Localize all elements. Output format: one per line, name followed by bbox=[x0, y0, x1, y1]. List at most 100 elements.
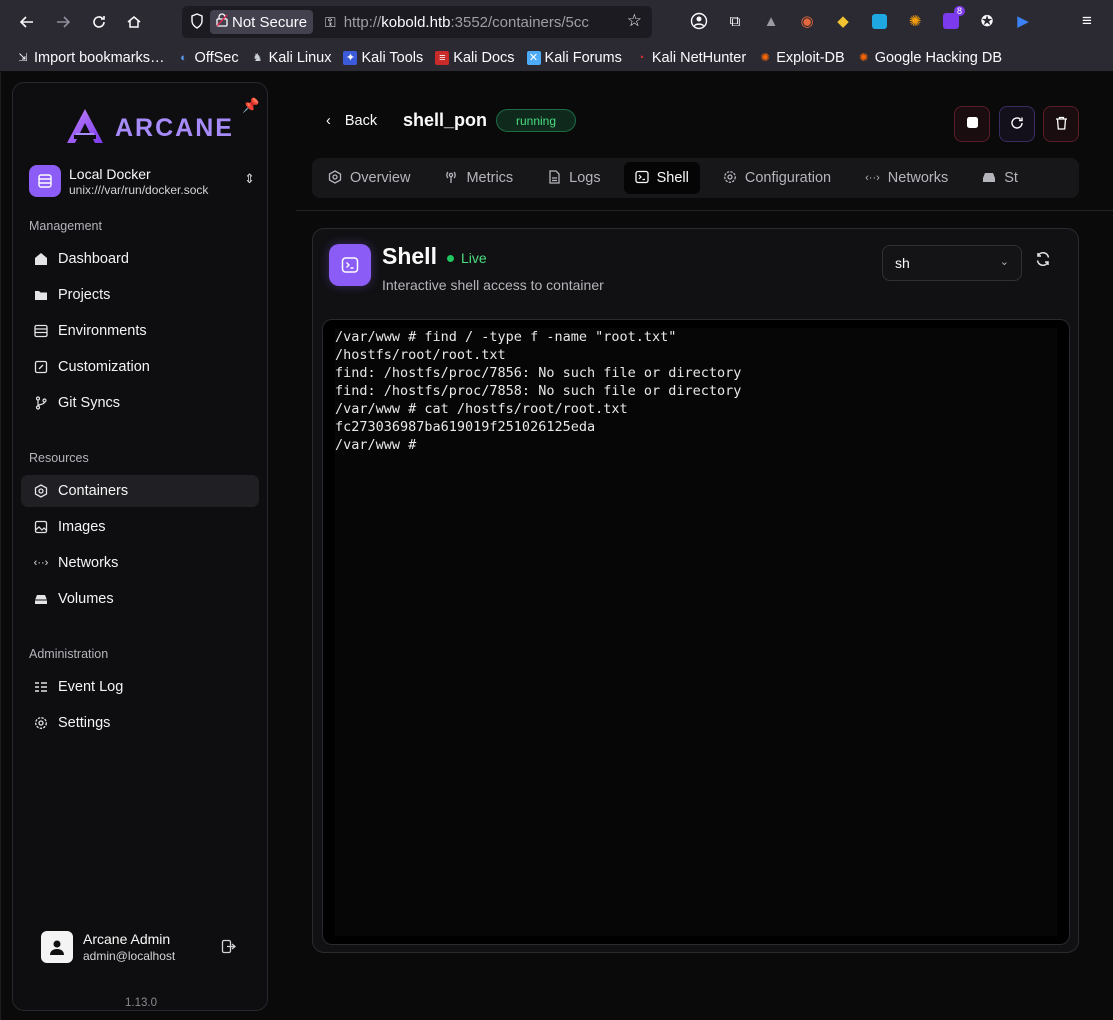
terminal-line: /var/www # cat /hostfs/root/root.txt bbox=[335, 401, 628, 417]
sidebar-item-dashboard[interactable]: Dashboard bbox=[21, 243, 259, 275]
cube-extension-icon[interactable] bbox=[868, 10, 890, 32]
bookmark-ghdb[interactable]: ✺ Google Hacking DB bbox=[857, 50, 1002, 66]
shell-card: Shell Live Interactive shell access to c… bbox=[312, 228, 1079, 953]
logs-icon bbox=[547, 169, 561, 187]
tab-configuration[interactable]: Configuration bbox=[712, 162, 842, 194]
trash-icon bbox=[1055, 116, 1068, 133]
terminal-line: /var/www # bbox=[335, 437, 425, 453]
shell-type-select[interactable]: sh ⌄ bbox=[882, 245, 1022, 281]
section-management: Management bbox=[29, 219, 102, 233]
bookmark-kali-tools[interactable]: ✦ Kali Tools bbox=[343, 50, 423, 66]
rss-icon[interactable]: ◉ bbox=[796, 10, 818, 32]
extensions-icon[interactable]: ⧉ bbox=[724, 10, 746, 32]
metrics-icon bbox=[444, 170, 458, 187]
gear-icon bbox=[723, 170, 737, 187]
sidebar-item-git-syncs[interactable]: Git Syncs bbox=[21, 387, 259, 419]
avatar bbox=[41, 931, 73, 963]
bookmark-kali-forums[interactable]: ✕ Kali Forums bbox=[526, 50, 622, 66]
hat-extension-icon[interactable]: ▲ bbox=[760, 10, 782, 32]
back-arrow-icon[interactable] bbox=[13, 8, 41, 36]
url-text[interactable]: http://kobold.htb:3552/containers/5cc bbox=[344, 14, 606, 31]
sidebar-item-projects[interactable]: Projects bbox=[21, 279, 259, 311]
tab-metrics[interactable]: Metrics bbox=[433, 162, 524, 194]
penguin-extension-icon[interactable]: ◆ bbox=[832, 10, 854, 32]
gear-icon bbox=[33, 715, 49, 731]
bookmark-offsec[interactable]: ◐ OffSec bbox=[177, 50, 238, 66]
stop-button[interactable] bbox=[954, 106, 990, 142]
shell-subtitle: Interactive shell access to container bbox=[382, 277, 604, 293]
app-root: ARCANE 📌 Local Docker unix:///var/run/do… bbox=[0, 72, 1113, 1020]
menu-icon[interactable]: ≡ bbox=[1076, 10, 1098, 32]
overview-icon bbox=[328, 169, 342, 187]
reload-icon[interactable] bbox=[85, 8, 113, 36]
tab-networks[interactable]: ‹··› Networks bbox=[854, 162, 959, 194]
sidebar-item-containers[interactable]: Containers bbox=[21, 475, 259, 507]
sidebar-item-images[interactable]: Images bbox=[21, 511, 259, 543]
sidebar-item-settings[interactable]: Settings bbox=[21, 707, 259, 739]
tabs-divider bbox=[296, 210, 1113, 211]
customize-icon bbox=[33, 359, 49, 375]
permissions-key-icon[interactable]: ⚿ bbox=[325, 14, 336, 31]
terminal-icon bbox=[634, 170, 649, 187]
bookmark-star-icon[interactable]: ☆ bbox=[627, 11, 642, 31]
ghdb-icon: ✺ bbox=[859, 52, 869, 64]
bookmark-kali-linux[interactable]: ♞ Kali Linux bbox=[251, 50, 332, 66]
arcane-logo-text: ARCANE bbox=[115, 114, 234, 142]
tab-shell[interactable]: Shell bbox=[623, 162, 700, 194]
reconnect-icon[interactable] bbox=[1035, 251, 1051, 272]
section-administration: Administration bbox=[29, 647, 109, 661]
tab-storage[interactable]: St bbox=[971, 162, 1029, 194]
cookie-extension-icon[interactable]: ✺ bbox=[904, 10, 926, 32]
logout-icon[interactable] bbox=[221, 939, 237, 958]
badge-extension-icon[interactable]: 8 bbox=[940, 6, 965, 32]
delete-button[interactable] bbox=[1043, 106, 1079, 142]
forward-arrow-icon[interactable] bbox=[49, 8, 77, 36]
shield-icon[interactable] bbox=[190, 12, 204, 32]
url-bar[interactable]: Not Secure ⚿ http://kobold.htb:3552/cont… bbox=[182, 6, 652, 38]
live-dot-icon bbox=[447, 254, 454, 262]
tab-logs[interactable]: Logs bbox=[536, 162, 611, 194]
terminal-icon bbox=[329, 244, 371, 286]
arcane-logo-icon bbox=[65, 107, 105, 150]
environment-switcher[interactable]: Local Docker unix:///var/run/docker.sock… bbox=[29, 163, 257, 199]
chevron-left-icon: ‹ bbox=[326, 113, 331, 129]
terminal-line: /var/www # find / -type f -name "root.tx… bbox=[335, 329, 677, 345]
sidebar-item-customization[interactable]: Customization bbox=[21, 351, 259, 383]
shell-title: Shell bbox=[382, 243, 437, 269]
terminal[interactable]: /var/www # find / -type f -name "root.tx… bbox=[322, 319, 1070, 945]
back-button[interactable]: ‹ Back bbox=[326, 113, 377, 129]
section-resources: Resources bbox=[29, 451, 89, 465]
home-icon[interactable] bbox=[120, 8, 148, 36]
restart-icon bbox=[1010, 116, 1024, 133]
exploit-db-icon: ✺ bbox=[760, 52, 770, 64]
sidebar-item-environments[interactable]: Environments bbox=[21, 315, 259, 347]
bookmark-kali-docs[interactable]: ≡ Kali Docs bbox=[435, 50, 515, 66]
live-indicator: Live bbox=[447, 250, 487, 266]
gamepad-extension-icon[interactable]: ✪ bbox=[976, 10, 998, 32]
terminal-output[interactable]: /var/www # find / -type f -name "root.tx… bbox=[335, 328, 1057, 936]
sidebar-item-volumes[interactable]: Volumes bbox=[21, 583, 259, 615]
arcane-logo[interactable]: ARCANE bbox=[65, 107, 234, 150]
user-profile[interactable]: Arcane Admin admin@localhost bbox=[41, 931, 175, 963]
restart-button[interactable] bbox=[999, 106, 1035, 142]
browser-toolbar: Not Secure ⚿ http://kobold.htb:3552/cont… bbox=[0, 0, 1113, 44]
folder-icon bbox=[33, 287, 49, 303]
bookmarks-bar: ⇲ Import bookmarks… ◐ OffSec ♞ Kali Linux ✦… bbox=[0, 44, 1113, 72]
pin-icon[interactable]: 📌 bbox=[242, 97, 259, 114]
bookmark-import[interactable]: ⇲ Import bookmarks… bbox=[16, 50, 164, 66]
kali-forums-icon: ✕ bbox=[526, 50, 541, 65]
sidebar-item-networks[interactable]: ‹··› Networks bbox=[21, 547, 259, 579]
play-extension-icon[interactable]: ▶ bbox=[1012, 10, 1034, 32]
terminal-line: find: /hostfs/proc/7858: No such file or… bbox=[335, 383, 742, 399]
broken-lock-icon bbox=[216, 13, 228, 31]
bookmark-exploit-db[interactable]: ✺ Exploit-DB bbox=[758, 50, 845, 66]
bookmark-kali-nethunter[interactable]: ◔ Kali NetHunter bbox=[634, 50, 747, 66]
terminal-line: /hostfs/root/root.txt bbox=[335, 347, 506, 363]
sidebar: ARCANE 📌 Local Docker unix:///var/run/do… bbox=[12, 82, 268, 1011]
account-icon[interactable] bbox=[688, 10, 710, 32]
tab-overview[interactable]: Overview bbox=[317, 162, 421, 194]
chevron-down-icon: ⌄ bbox=[999, 256, 1009, 268]
sidebar-item-event-log[interactable]: Event Log bbox=[21, 671, 259, 703]
not-secure-indicator[interactable]: Not Secure bbox=[210, 10, 314, 34]
home-icon bbox=[33, 251, 49, 267]
